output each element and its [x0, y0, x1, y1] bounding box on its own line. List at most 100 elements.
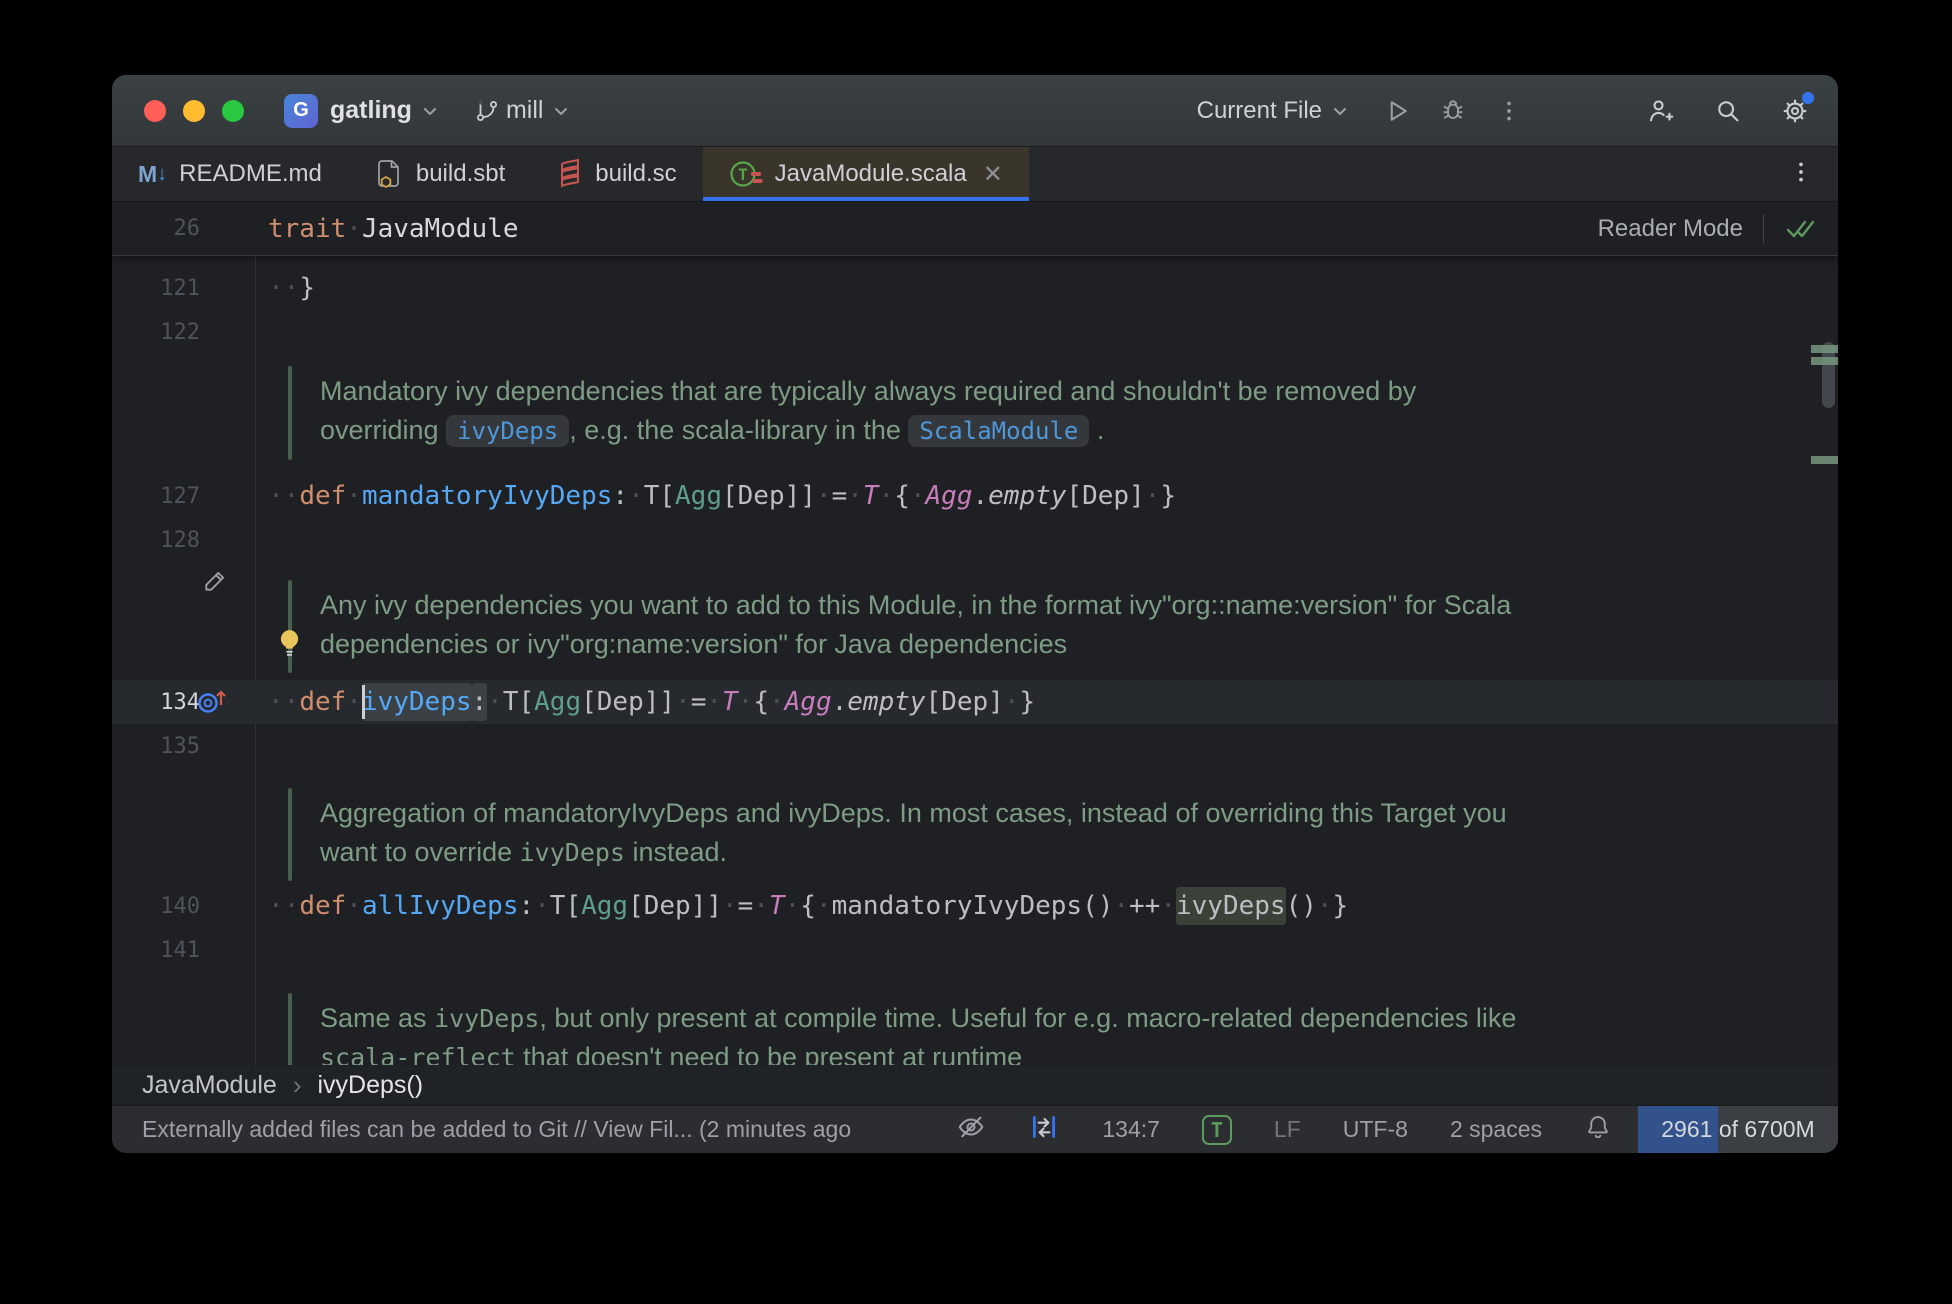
- code-token: Dep: [941, 687, 988, 717]
- editor-line-121[interactable]: 121··}: [112, 266, 1838, 310]
- code-text[interactable]: [255, 724, 268, 768]
- close-window-button[interactable]: [144, 100, 166, 122]
- settings-update-badge: [1802, 92, 1814, 104]
- code-token: (): [1082, 891, 1113, 921]
- code-text[interactable]: [255, 928, 268, 972]
- code-token: ·: [675, 687, 691, 717]
- editor-line-141[interactable]: 141: [112, 928, 1838, 972]
- editor-line-140[interactable]: 140··def·allIvyDeps:·T[Agg[Dep]]·=·T·{·m…: [112, 884, 1838, 928]
- code-token: ·: [816, 481, 832, 511]
- more-actions-kebab-icon[interactable]: [1488, 90, 1530, 132]
- code-text[interactable]: ··def·mandatoryIvyDeps:·T[Agg[Dep]]·=·T·…: [255, 474, 1176, 518]
- editor-line-135[interactable]: 135: [112, 724, 1838, 768]
- tab-build.sbt[interactable]: build.sbt: [348, 147, 531, 201]
- code-token: ·: [722, 891, 738, 921]
- code-token: [: [518, 687, 534, 717]
- intention-bulb-icon[interactable]: [276, 628, 303, 664]
- code-text[interactable]: [255, 518, 268, 562]
- doc-text: , but only present at compile time. Usef…: [539, 1003, 1516, 1033]
- code-token: }: [1333, 891, 1349, 921]
- zoom-window-button[interactable]: [222, 100, 244, 122]
- code-token: [: [565, 891, 581, 921]
- code-token: ·: [628, 481, 644, 511]
- chevron-down-icon: [551, 101, 571, 121]
- doc-text: Aggregation of mandatoryIvyDeps and ivyD…: [320, 798, 1507, 828]
- scala-file-icon: [557, 158, 583, 190]
- code-token: ·: [753, 891, 769, 921]
- editor-line-128[interactable]: 128: [112, 518, 1838, 562]
- code-token: T: [550, 891, 566, 921]
- code-token: (): [1286, 891, 1317, 921]
- close-tab-icon[interactable]: ✕: [983, 160, 1003, 189]
- clipped-code-line[interactable]: · · · · resolveDeps(T.task { transitiveI…: [112, 256, 1838, 266]
- indent-widget[interactable]: 2 spaces: [1450, 1116, 1542, 1143]
- sticky-code-line[interactable]: 26 trait·JavaModule Reader Mode: [112, 202, 1838, 256]
- code-token: trait: [268, 214, 346, 244]
- code-text[interactable]: ··def·allIvyDeps:·T[Agg[Dep]]·=·T·{·mand…: [255, 884, 1348, 928]
- breadcrumb-member[interactable]: ivyDeps(): [317, 1071, 423, 1100]
- type-widget[interactable]: T: [1202, 1115, 1232, 1145]
- minimize-window-button[interactable]: [183, 100, 205, 122]
- code-token: ]]: [785, 481, 816, 511]
- code-token: Dep: [1082, 481, 1129, 511]
- editor-line-134[interactable]: 134··def·ivyDeps:·T[Agg[Dep]]·=·T·{·Agg.…: [112, 680, 1838, 724]
- tab-options-kebab-icon[interactable]: [1764, 159, 1838, 190]
- doc-text: ivyDeps: [520, 838, 625, 867]
- debug-button[interactable]: [1432, 90, 1474, 132]
- active-tab-underline: [703, 197, 1029, 201]
- tab-README.md[interactable]: M↓README.md: [112, 147, 348, 201]
- code-token: Dep: [597, 687, 644, 717]
- status-message[interactable]: Externally added files can be added to G…: [142, 1116, 956, 1143]
- project-widget[interactable]: G gatling: [284, 94, 440, 128]
- code-text[interactable]: ··}: [255, 266, 315, 310]
- code-token: [: [1066, 481, 1082, 511]
- doc-text: overriding: [320, 415, 446, 445]
- breadcrumb-chevron: ›: [293, 1070, 302, 1101]
- doc-code-chip[interactable]: ScalaModule: [908, 415, 1089, 447]
- code-token: def: [299, 891, 346, 921]
- line-ending-widget[interactable]: LF: [1274, 1116, 1301, 1143]
- code-token: ·: [769, 687, 785, 717]
- code-token: Dep: [644, 891, 691, 921]
- doc-code-chip[interactable]: ivyDeps: [446, 415, 569, 447]
- markdown-icon: M↓: [138, 161, 167, 188]
- editor-line-122[interactable]: 122: [112, 310, 1838, 354]
- code-token: empty: [988, 481, 1066, 511]
- code-token: {: [894, 481, 910, 511]
- line-number: 122: [160, 320, 200, 345]
- editor-tab-bar: M↓README.mdbuild.sbt build.sc TJavaModule.…: [112, 147, 1838, 202]
- search-button[interactable]: [1707, 90, 1749, 132]
- code-text[interactable]: ··def·ivyDeps:·T[Agg[Dep]]·=·T·{·Agg.emp…: [255, 680, 1035, 724]
- tab-label: build.sc: [595, 160, 676, 188]
- line-number: 141: [160, 938, 200, 963]
- code-token: ··: [268, 891, 299, 921]
- settings-button[interactable]: [1774, 90, 1816, 132]
- tab-build.sc[interactable]: build.sc: [531, 147, 702, 201]
- encoding-widget[interactable]: UTF-8: [1343, 1116, 1408, 1143]
- code-token: ·: [816, 891, 832, 921]
- sbt-file-icon: [374, 158, 404, 190]
- editor-pane[interactable]: · · · · resolveDeps(T.task { transitiveI…: [112, 256, 1838, 1065]
- editor-line-127[interactable]: 127··def·mandatoryIvyDeps:·T[Agg[Dep]]·=…: [112, 474, 1838, 518]
- run-configuration-selector[interactable]: Current File: [1197, 97, 1350, 125]
- notifications-button[interactable]: [1584, 1113, 1612, 1147]
- reader-mode-toggle[interactable]: Reader Mode: [1598, 215, 1743, 243]
- code-token: T: [644, 481, 660, 511]
- bell-icon: [1584, 1113, 1612, 1147]
- caret-position[interactable]: 134:7: [1102, 1116, 1160, 1143]
- line-number: 134: [160, 690, 200, 715]
- code-text[interactable]: [255, 310, 268, 354]
- add-user-button[interactable]: [1640, 90, 1682, 132]
- code-token: allIvyDeps: [362, 891, 519, 921]
- tab-JavaModule.scala[interactable]: TJavaModule.scala✕: [703, 147, 1029, 201]
- highlighting-level-button[interactable]: [956, 1112, 986, 1148]
- indent-transfer-button[interactable]: [1028, 1111, 1060, 1149]
- code-token: Dep: [738, 481, 785, 511]
- vcs-branch-widget[interactable]: mill: [474, 96, 572, 125]
- run-button[interactable]: [1376, 90, 1418, 132]
- breadcrumb-class[interactable]: JavaModule: [142, 1071, 277, 1100]
- inspections-ok-check-icon[interactable]: [1784, 217, 1816, 241]
- edit-comment-pencil-icon[interactable]: [202, 568, 228, 599]
- override-icon[interactable]: [196, 687, 230, 717]
- memory-indicator[interactable]: 2961 of 6700M: [1638, 1106, 1838, 1153]
